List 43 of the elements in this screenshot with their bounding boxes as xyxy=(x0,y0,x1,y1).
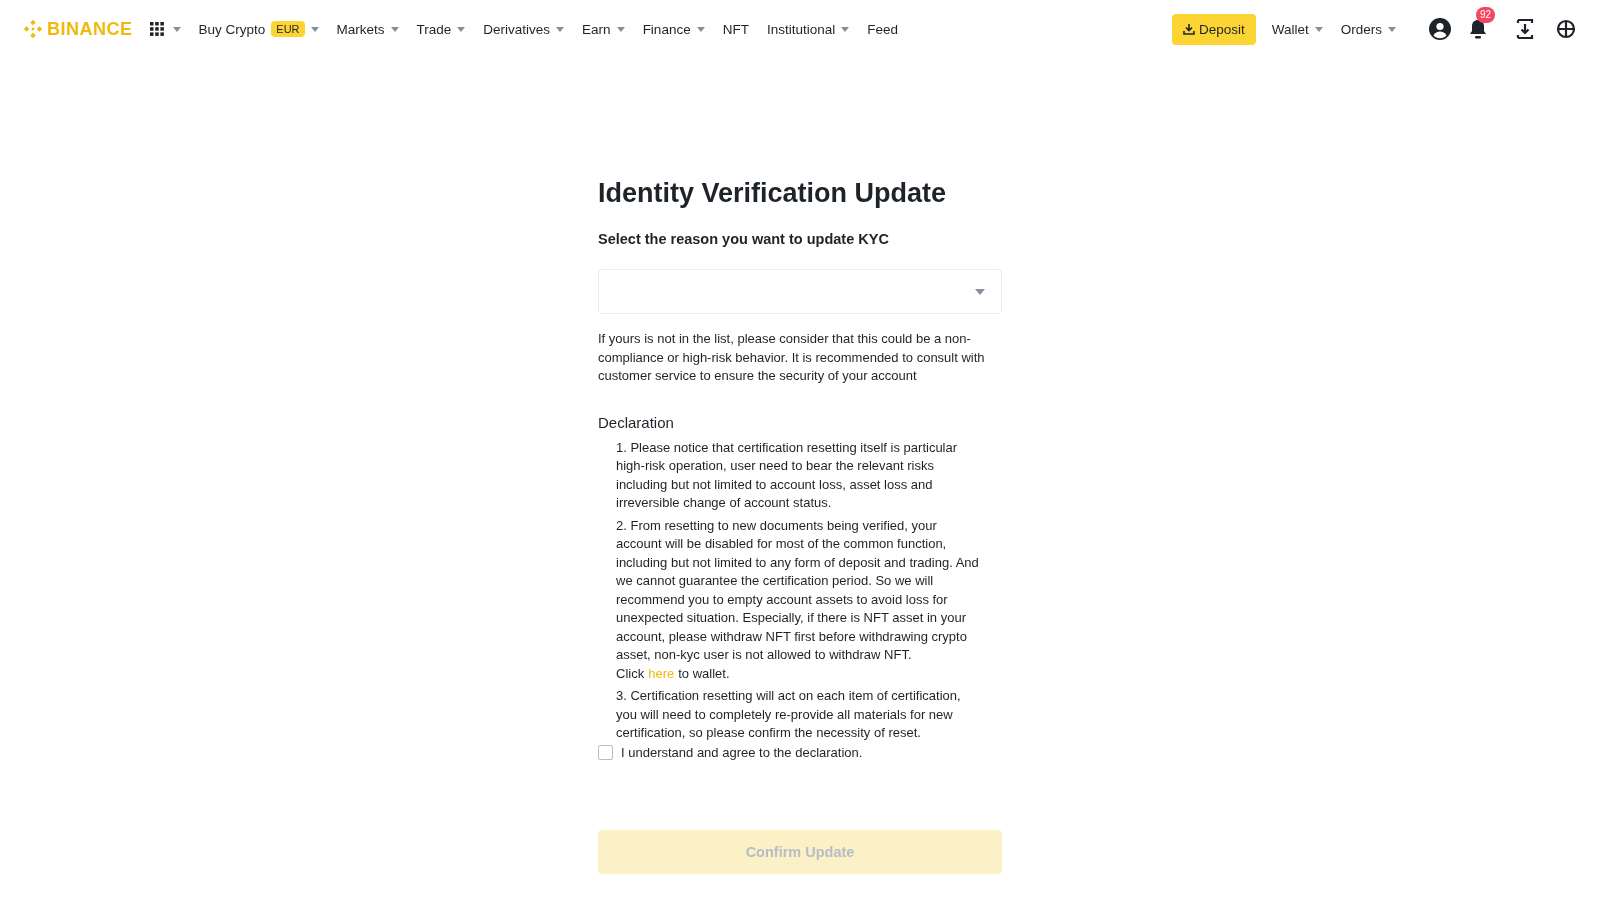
globe-icon[interactable] xyxy=(1556,19,1576,39)
caret-icon xyxy=(975,288,985,295)
caret-icon xyxy=(616,26,625,32)
caret-icon xyxy=(457,26,466,32)
nav-menu-item[interactable]: Institutional xyxy=(766,21,850,37)
grid-icon xyxy=(148,21,165,37)
deposit-button[interactable]: Deposit xyxy=(1171,13,1256,45)
nav-menu-item[interactable]: Markets xyxy=(336,21,399,37)
select-reason-label: Select the reason you want to update KYC xyxy=(598,231,890,247)
diamond-logo-icon xyxy=(22,18,44,40)
caret-icon xyxy=(1314,26,1323,32)
notification-bell-icon[interactable] xyxy=(1468,18,1488,40)
caret-icon xyxy=(1388,26,1396,32)
nav-menu-item[interactable]: Buy Crypto EUR xyxy=(198,21,319,37)
agree-checkbox[interactable] xyxy=(598,744,613,760)
caret-icon xyxy=(696,26,705,32)
declaration-item: 3. Certification resetting will act on each item of certification, you will need to completely re-provide all materials for new certification, so please confirm the necessity of reset. xyxy=(616,687,962,742)
nav-menu-item[interactable]: Orders xyxy=(1340,21,1396,37)
logo-text: BINANCE xyxy=(47,18,133,40)
caret-icon xyxy=(172,26,181,32)
download-tray-icon[interactable] xyxy=(1516,19,1534,39)
declaration-item: 2. From resetting to new documents being verified, your account will be disabled for most of the common function, including but not limited to any form of deposit and trading. And we cannot guarantee the certification period. So we will recommend you to empty account assets to avoid loss for unexpected situation. Especially, if there is NFT asset in your account, please withdraw NFT first before withdrawing crypto asset, non-kyc user is not allowed to withdraw NFT. Click here to wallet. xyxy=(616,516,980,683)
caret-icon xyxy=(310,26,319,32)
currency-badge: EUR xyxy=(271,21,305,37)
caret-icon xyxy=(390,26,399,32)
nav-menu-item[interactable]: Derivatives xyxy=(483,21,565,37)
nav-menu-item[interactable]: Feed xyxy=(867,21,898,37)
nav-menu-item[interactable]: Trade xyxy=(416,21,466,37)
nav-menu-item[interactable]: Wallet xyxy=(1271,21,1323,37)
page-title: Identity Verification Update xyxy=(598,178,948,209)
declaration-item: 1. Please notice that certification resetting itself is particular high-risk operation, user need to bear the relevant risks including but not limited to account loss, asset loss and irreversible change of account status. xyxy=(616,438,959,512)
nav-menu-item[interactable]: Earn xyxy=(582,21,625,37)
apps-menu-button[interactable] xyxy=(148,21,181,37)
nav-menu-item[interactable]: Finance xyxy=(642,21,705,37)
notification-count-badge: 92 xyxy=(1476,7,1496,23)
user-account-icon[interactable] xyxy=(1428,17,1452,41)
caret-icon xyxy=(841,26,850,32)
download-icon xyxy=(1182,23,1195,35)
agree-label: I understand and agree to the declaration. xyxy=(621,744,863,760)
notice-text: If yours is not in the list, please consider that this could be a non-compliance or high-risk behavior. It is recommended to consult with customer service to ensure the security of your account xyxy=(598,330,986,385)
declaration-heading: Declaration xyxy=(598,413,675,431)
nav-menu-item[interactable]: NFT xyxy=(722,21,749,37)
caret-icon xyxy=(556,26,565,32)
